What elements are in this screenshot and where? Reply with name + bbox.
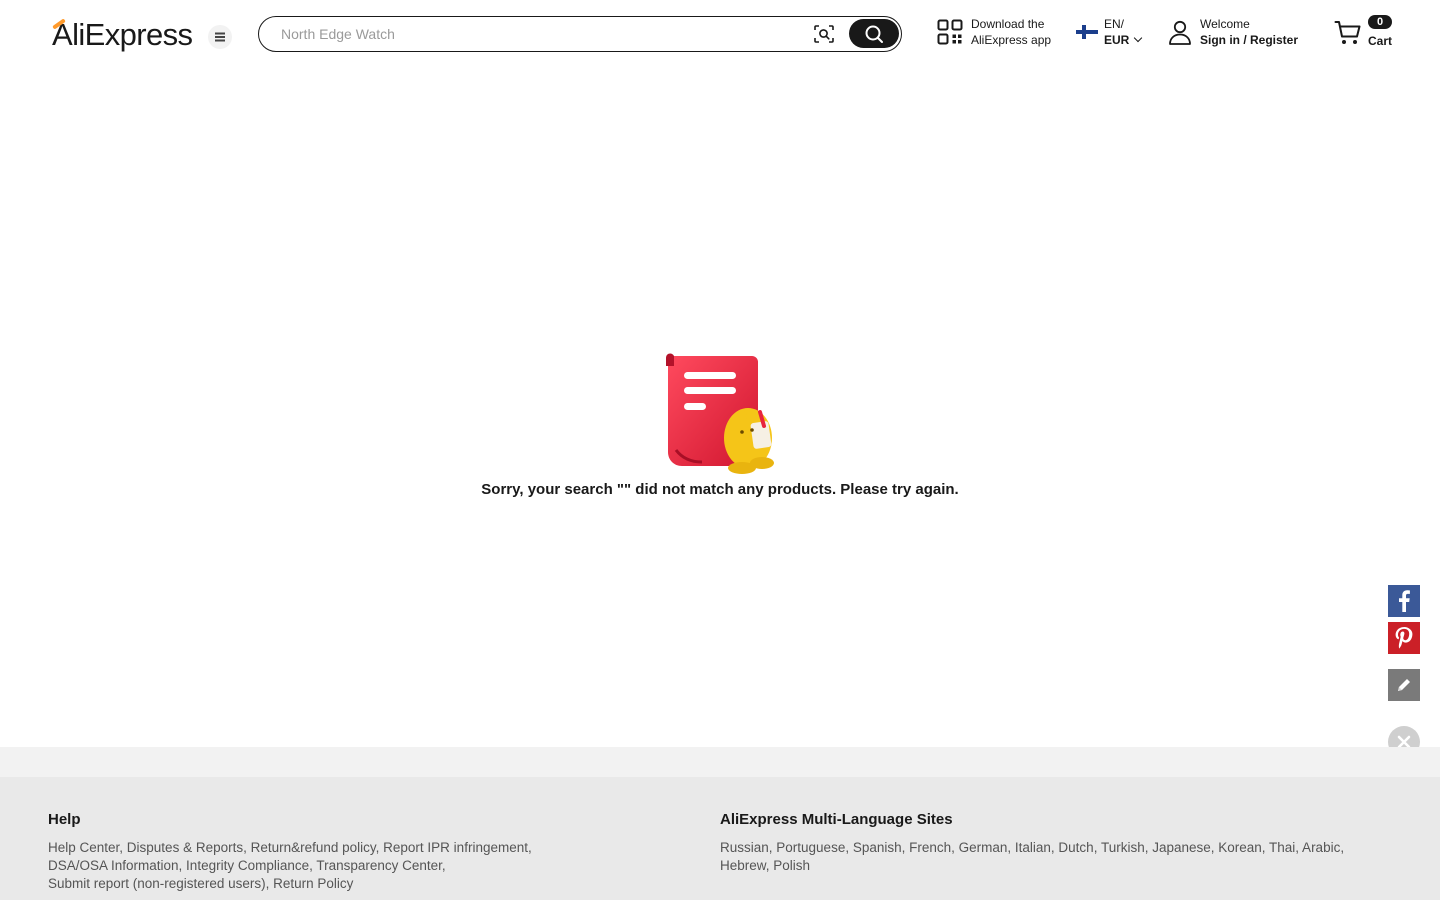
footer-languages-section: AliExpress Multi-Language Sites Russian,…	[720, 811, 1370, 875]
empty-results-illustration	[666, 353, 774, 474]
search-button[interactable]	[849, 19, 899, 48]
hamburger-icon[interactable]	[208, 25, 232, 49]
facebook-icon	[1399, 590, 1410, 612]
site-header: AliExpress Download the AliEx	[0, 0, 1440, 68]
currency-code: EUR	[1104, 33, 1130, 47]
footer-languages-title: AliExpress Multi-Language Sites	[720, 811, 953, 828]
site-footer: Help Help Center, Disputes & Reports, Re…	[0, 777, 1440, 900]
welcome-text: Welcome	[1200, 17, 1250, 31]
footer-languages-line[interactable]: Hebrew, Polish	[720, 857, 1370, 875]
qr-code-icon	[937, 19, 963, 45]
footer-help-line[interactable]: DSA/OSA Information, Integrity Complianc…	[48, 857, 608, 875]
footer-help-line[interactable]: Help Center, Disputes & Reports, Return&…	[48, 839, 608, 857]
facebook-share-button[interactable]	[1388, 585, 1420, 617]
pinterest-share-button[interactable]	[1388, 622, 1420, 654]
footer-divider	[0, 747, 1440, 777]
camera-search-icon[interactable]	[813, 24, 835, 44]
pinterest-icon	[1395, 627, 1413, 649]
edit-feedback-button[interactable]	[1388, 669, 1420, 701]
language-currency-selector[interactable]: EN/ EUR	[1076, 16, 1143, 48]
sign-in-register-link[interactable]: Sign in / Register	[1200, 32, 1298, 48]
search-input[interactable]	[281, 23, 801, 45]
logo-text: AliExpress	[52, 17, 193, 52]
cart-count-badge: 0	[1368, 15, 1392, 29]
pencil-icon	[1398, 679, 1410, 691]
cart-icon	[1334, 21, 1361, 44]
language-code: EN/	[1104, 17, 1125, 31]
user-icon	[1169, 20, 1191, 45]
footer-help-section: Help Help Center, Disputes & Reports, Re…	[48, 811, 608, 893]
no-results-message: Sorry, your search "" did not match any …	[481, 481, 959, 498]
app-download-line2: AliExpress app	[971, 33, 1052, 47]
search-icon	[865, 25, 883, 43]
app-download-line1: Download the	[971, 17, 1045, 31]
account-menu[interactable]: Welcome Sign in / Register	[1168, 16, 1298, 48]
cart-label: Cart	[1368, 34, 1393, 48]
footer-languages-line[interactable]: Russian, Portuguese, Spanish, French, Ge…	[720, 839, 1370, 857]
search-bar	[258, 16, 902, 52]
download-app-link[interactable]: Download the AliExpress app	[937, 16, 1051, 48]
chevron-down-icon	[1134, 33, 1143, 43]
aliexpress-logo[interactable]: AliExpress	[52, 17, 193, 52]
finland-flag-icon	[1076, 25, 1098, 39]
footer-help-line[interactable]: Submit report (non-registered users), Re…	[48, 875, 608, 893]
cart-button[interactable]: 0 Cart	[1334, 14, 1404, 54]
footer-help-title: Help	[48, 811, 81, 828]
